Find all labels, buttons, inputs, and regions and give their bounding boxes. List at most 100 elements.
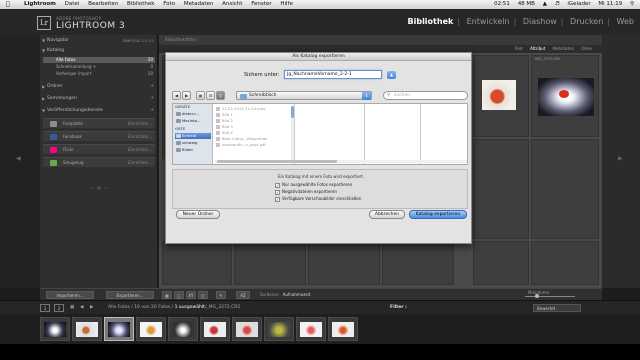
publish-item-flickr[interactable]: Flickr Einrichten...	[43, 144, 155, 154]
loupe-view-icon[interactable]: □	[174, 291, 184, 299]
menu-foto[interactable]: Foto	[163, 1, 175, 7]
add-folder-icon[interactable]: +	[150, 83, 154, 91]
catalog-item-schnellsammlung[interactable]: Schnellsammlung + 0	[43, 64, 155, 70]
new-folder-button[interactable]: Neuer Ordner	[176, 210, 220, 219]
forward-arrow-icon[interactable]: ▶	[90, 301, 93, 315]
grid-cell[interactable]	[473, 55, 529, 137]
apple-icon[interactable]: 	[6, 0, 10, 9]
folders-header[interactable]: ▶ Ordner +	[40, 83, 158, 91]
grid-cell[interactable]	[531, 139, 599, 239]
filmstrip-thumb[interactable]	[200, 317, 230, 341]
location-popup[interactable]: Schreibtisch ⇕	[236, 91, 372, 100]
menu-ansicht[interactable]: Ansicht	[222, 1, 242, 7]
icon-view-button[interactable]: ▦	[196, 91, 205, 100]
scroll-knob[interactable]	[291, 106, 294, 118]
volume-icon[interactable]: ♬	[555, 1, 560, 7]
sidebar-place-schreibtisch[interactable]: Schreib	[175, 133, 211, 139]
file-item[interactable]: Bild 3	[216, 124, 272, 129]
filmstrip-thumb[interactable]	[296, 317, 326, 341]
sort-direction-icon[interactable]: AZ	[236, 291, 250, 299]
expand-right-icon[interactable]: ▶	[618, 155, 623, 162]
clock-text[interactable]: Mi 11:19	[598, 1, 622, 7]
publish-item-festplatte[interactable]: Festplatte Einrichten...	[43, 118, 155, 128]
filmstrip-thumb[interactable]	[136, 317, 166, 341]
search-field[interactable]: ⚲ suchen	[383, 91, 468, 100]
rating-filter-select[interactable]: Bewertet	[533, 304, 581, 312]
grid-cell[interactable]	[234, 241, 306, 285]
publish-header[interactable]: ▼ Veröffentlichungsdienste +	[40, 107, 158, 115]
catalog-item-alle-fotos[interactable]: Alle Fotos 20	[43, 57, 155, 63]
menu-fenster[interactable]: Fenster	[251, 1, 271, 7]
cancel-button[interactable]: Abbrechen	[369, 210, 405, 219]
filmstrip-thumb[interactable]	[232, 317, 262, 341]
sidebar-place-bilder[interactable]: Bilder	[175, 147, 211, 153]
compare-view-icon[interactable]: XY	[186, 291, 196, 299]
file-item[interactable]: Bild 2	[216, 118, 272, 123]
filter-ohne[interactable]: Ohne	[581, 46, 592, 51]
grid-cell[interactable]: IMG_3270.CR2	[531, 55, 599, 137]
filmstrip-thumb[interactable]	[264, 317, 294, 341]
module-bibliothek[interactable]: Bibliothek	[408, 17, 454, 26]
menu-app[interactable]: Lightroom	[24, 1, 56, 7]
filter-text[interactable]: Text	[515, 46, 523, 51]
grid-cell[interactable]	[308, 241, 380, 285]
scroll-knob[interactable]	[217, 160, 337, 163]
module-drucken[interactable]: Drucken	[570, 17, 603, 26]
navigator-header[interactable]: ▼ Navigator EINP FÜLL 1:1 3:1	[40, 37, 158, 45]
spotlight-icon[interactable]: ⚲	[630, 1, 634, 7]
navigator-modes[interactable]: EINP FÜLL 1:1 3:1	[123, 37, 154, 45]
option-selected-only[interactable]: ✓ Nur ausgewählte Fotos exportieren	[275, 182, 352, 188]
sidebar-device-macintosh[interactable]: Macinto...	[175, 118, 211, 124]
option-export-negatives[interactable]: ✓ Negativdateien exportieren	[275, 189, 337, 195]
filmstrip-thumb[interactable]	[40, 317, 70, 341]
painter-icon[interactable]: ✎	[216, 291, 226, 299]
sort-value[interactable]: Aufnahmezeit	[283, 292, 311, 297]
catalog-item-vorheriger-import[interactable]: Vorheriger Import 20	[43, 71, 155, 77]
menu-bearbeiten[interactable]: Bearbeiten	[88, 1, 118, 7]
filmstrip-source[interactable]: Alle Fotos / 10 von 20 Fotos / 1 ausgewä…	[108, 301, 240, 315]
list-view-button[interactable]: ☰	[206, 91, 215, 100]
grid-cell[interactable]	[162, 241, 232, 285]
filmstrip-thumb-selected[interactable]	[104, 317, 134, 341]
file-item[interactable]: dauerauftr...n_pass.pdf	[216, 142, 272, 147]
publish-item-smugmug[interactable]: Smugmug Einrichten...	[43, 157, 155, 167]
vertical-scrollbar[interactable]	[291, 106, 294, 160]
import-button[interactable]: Importieren...	[46, 291, 94, 299]
column-view-button[interactable]: ◫	[216, 91, 225, 100]
file-item[interactable]: Boot Camp...nfiguration	[216, 136, 272, 141]
wifi-icon[interactable]: ▲	[543, 1, 547, 7]
grid-cell[interactable]	[473, 241, 529, 285]
menu-datei[interactable]: Datei	[65, 1, 80, 7]
grid-cell[interactable]	[473, 139, 529, 239]
filter-metadaten[interactable]: Metadaten	[553, 46, 575, 51]
thumbnail-size-slider[interactable]	[525, 294, 575, 298]
module-entwickeln[interactable]: Entwickeln	[467, 17, 510, 26]
expand-dialog-button[interactable]: ▲	[387, 71, 396, 79]
collapse-left-icon[interactable]: ◀	[16, 155, 21, 162]
add-collection-icon[interactable]: +	[150, 95, 154, 103]
grid-cell[interactable]	[382, 241, 454, 285]
forward-button[interactable]: ▶	[182, 91, 191, 100]
publish-item-facebook[interactable]: Facebook Einrichten...	[43, 131, 155, 141]
file-item[interactable]: Bild 1	[216, 112, 272, 117]
checkbox[interactable]: ✓	[275, 183, 280, 188]
add-service-icon[interactable]: +	[150, 107, 154, 115]
export-catalog-button[interactable]: Katalog exportieren	[409, 210, 467, 219]
back-button[interactable]: ◀	[172, 91, 181, 100]
file-item[interactable]: Bild 4	[216, 130, 272, 135]
publish-setup-button[interactable]: Einrichten...	[128, 132, 152, 142]
publish-setup-button[interactable]: Einrichten...	[128, 158, 152, 168]
slider-knob[interactable]	[535, 294, 539, 298]
menu-bibliothek[interactable]: Bibliothek	[127, 1, 154, 7]
export-button[interactable]: Exportieren...	[106, 291, 154, 299]
collections-header[interactable]: ▶ Sammlungen +	[40, 95, 158, 103]
horizontal-scrollbar[interactable]	[215, 160, 467, 163]
menu-metadaten[interactable]: Metadaten	[184, 1, 214, 7]
filmstrip-thumb[interactable]	[168, 317, 198, 341]
grid-view-icon[interactable]: ▦	[162, 291, 172, 299]
battery-text[interactable]: iGelader	[567, 1, 590, 7]
publish-setup-button[interactable]: Einrichten...	[128, 119, 152, 129]
filter-attribut[interactable]: Attribut	[530, 46, 545, 51]
filmstrip-thumb[interactable]	[328, 317, 358, 341]
sidebar-device-dieter[interactable]: dieter-r...	[175, 111, 211, 117]
